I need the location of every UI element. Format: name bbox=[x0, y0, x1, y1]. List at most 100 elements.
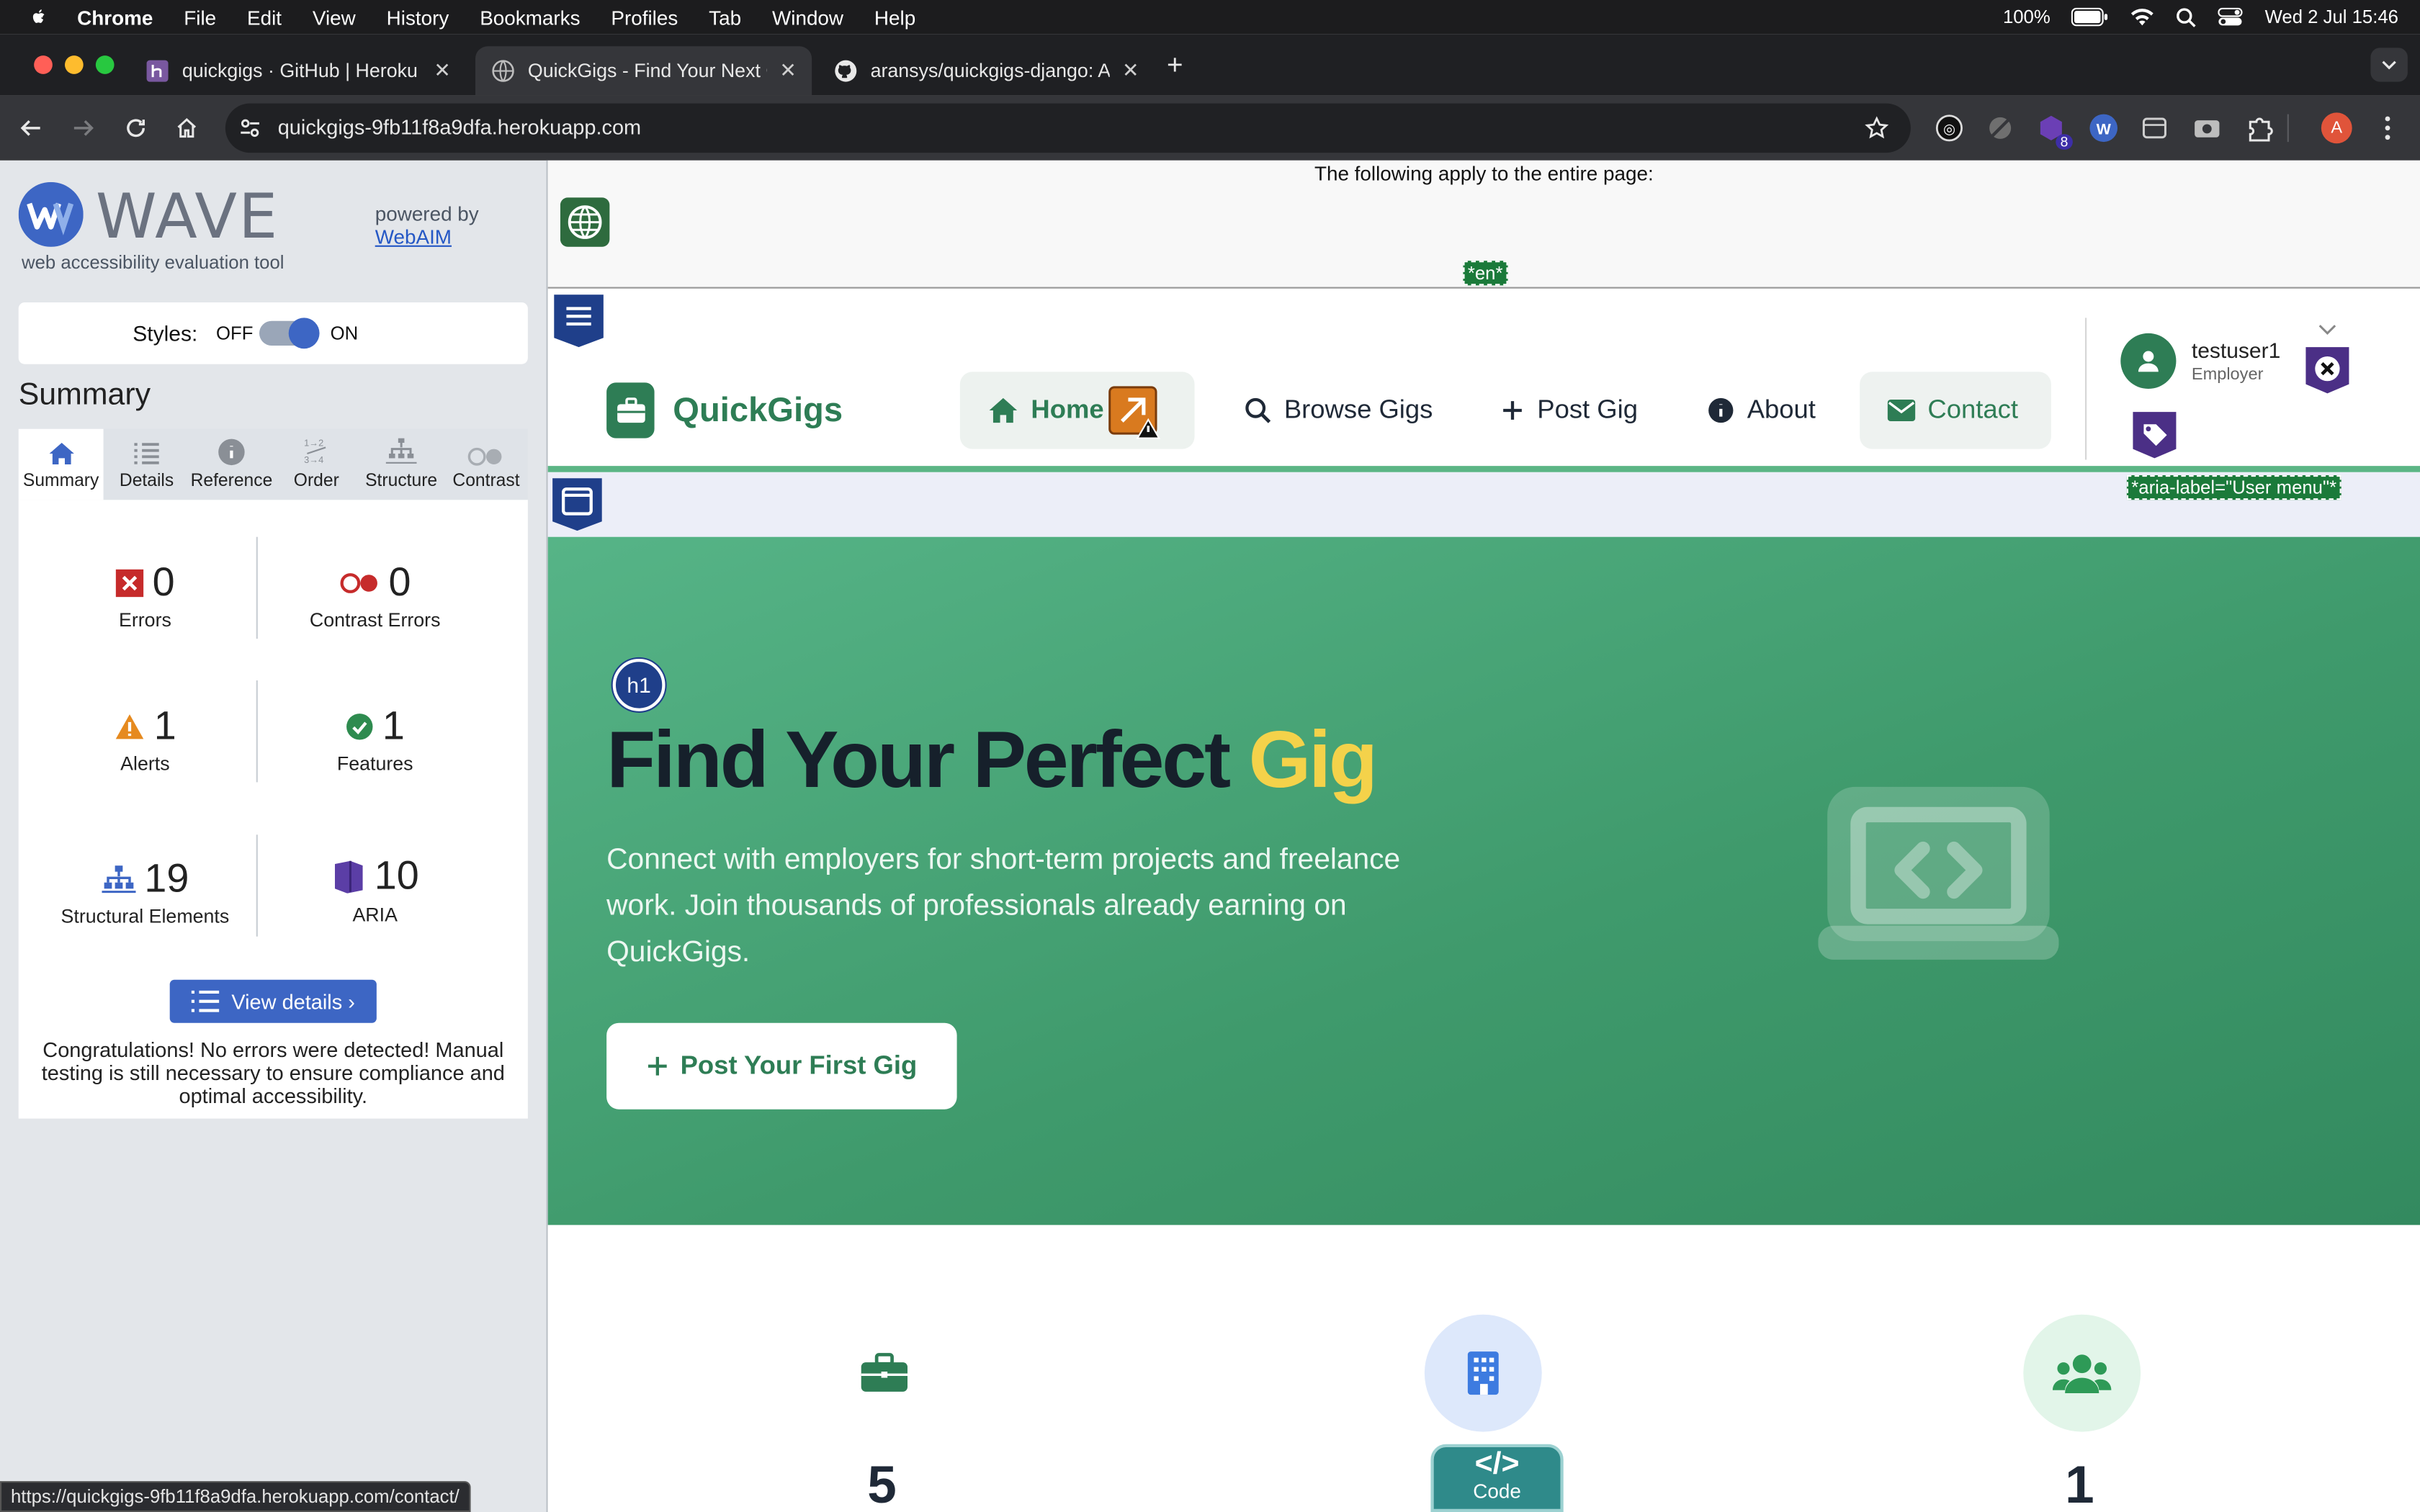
svg-text:W: W bbox=[2097, 120, 2112, 138]
h1-wave-badge[interactable]: h1 bbox=[612, 659, 666, 711]
screen: Chrome File Edit View History Bookmarks … bbox=[0, 0, 2420, 1512]
back-icon[interactable] bbox=[12, 109, 49, 146]
aria-label-tag: *aria-label="User menu"* bbox=[2126, 475, 2341, 500]
user-menu-toggle[interactable]: testuser1 Employer bbox=[2120, 333, 2280, 389]
bookmark-star-icon[interactable] bbox=[1865, 116, 1889, 140]
tab-label: Details bbox=[119, 472, 174, 491]
reload-icon[interactable] bbox=[117, 109, 154, 146]
url-text: quickgigs-9fb11f8a9dfa.herokuapp.com bbox=[277, 115, 642, 139]
wave-powered-by: powered by WebAIM bbox=[375, 202, 479, 248]
header-divider bbox=[2085, 318, 2087, 460]
stat-structural[interactable]: 19 Structural Elements bbox=[30, 855, 261, 927]
briefcase-icon bbox=[861, 1353, 908, 1392]
header-landmark-icon[interactable] bbox=[552, 293, 605, 348]
clock[interactable]: Wed 2 Jul 15:46 bbox=[2265, 6, 2398, 28]
menu-view[interactable]: View bbox=[313, 6, 356, 29]
wave-logo-icon bbox=[18, 181, 84, 247]
close-tab-icon[interactable]: ✕ bbox=[779, 58, 796, 83]
hero-heading: Find Your Perfect Gig bbox=[606, 714, 1378, 807]
wave-tab-order[interactable]: 1→2 3→4 Order bbox=[281, 429, 352, 500]
new-tab-icon[interactable]: + bbox=[1167, 50, 1183, 82]
brand-name: QuickGigs bbox=[673, 390, 843, 429]
styles-toggle[interactable] bbox=[259, 318, 320, 349]
tab-label: Order bbox=[293, 472, 339, 491]
tab-search-icon[interactable] bbox=[2370, 48, 2408, 82]
post-first-gig-button[interactable]: Post Your First Gig bbox=[606, 1022, 957, 1110]
wave-tab-structure[interactable]: Structure bbox=[358, 429, 444, 500]
wave-tab-contrast[interactable]: Contrast bbox=[447, 429, 524, 500]
menu-edit[interactable]: Edit bbox=[247, 6, 282, 29]
forward-icon[interactable] bbox=[65, 109, 102, 146]
battery-icon[interactable] bbox=[2071, 7, 2109, 27]
info-icon bbox=[1708, 397, 1734, 423]
aria-count: 10 bbox=[374, 851, 419, 899]
chevron-down-icon[interactable] bbox=[2318, 324, 2337, 336]
wifi-icon[interactable] bbox=[2130, 8, 2155, 27]
minimize-window-button[interactable] bbox=[65, 55, 84, 74]
stat-users-icon-wrap bbox=[2023, 1314, 2141, 1432]
stat-features[interactable]: 1 Features bbox=[259, 702, 490, 775]
stat-contrast-errors[interactable]: 0 Contrast Errors bbox=[259, 559, 490, 631]
menu-profiles[interactable]: Profiles bbox=[611, 6, 678, 29]
browser-menu-icon[interactable] bbox=[2377, 114, 2398, 143]
wave-title: WAVE bbox=[95, 181, 279, 253]
zoom-window-button[interactable] bbox=[95, 55, 115, 74]
github-favicon-icon bbox=[835, 60, 857, 82]
code-wave-badge[interactable]: </> Code bbox=[1430, 1444, 1564, 1512]
wave-tab-reference[interactable]: Reference bbox=[185, 429, 278, 500]
tab-quickgigs[interactable]: QuickGigs - Find Your Next G ✕ bbox=[475, 46, 812, 96]
styles-on-label: ON bbox=[330, 322, 359, 344]
menu-help[interactable]: Help bbox=[874, 6, 915, 29]
menu-window[interactable]: Window bbox=[772, 6, 843, 29]
address-bar[interactable]: quickgigs-9fb11f8a9dfa.herokuapp.com bbox=[225, 103, 1911, 153]
user-avatar-icon bbox=[2120, 333, 2177, 389]
site-info-icon[interactable] bbox=[238, 116, 262, 140]
extension-wave-badge[interactable]: 8 bbox=[2034, 111, 2073, 150]
nav-post-gig[interactable]: Post Gig bbox=[1472, 372, 1665, 449]
extension-window-icon[interactable] bbox=[2138, 111, 2172, 145]
close-tab-icon[interactable]: ✕ bbox=[434, 58, 450, 83]
errors-count: 0 bbox=[152, 558, 175, 605]
aria-tag-wave-icon[interactable] bbox=[2130, 409, 2179, 462]
spotlight-icon[interactable] bbox=[2177, 7, 2197, 27]
close-tab-icon[interactable]: ✕ bbox=[1122, 58, 1139, 83]
tab-heroku[interactable]: quickgigs · GitHub | Heroku ✕ bbox=[130, 46, 466, 96]
control-center-icon[interactable] bbox=[2218, 7, 2244, 27]
features-label: Features bbox=[336, 752, 413, 775]
nav-about[interactable]: About bbox=[1679, 372, 1843, 449]
wave-tab-summary[interactable]: Summary bbox=[18, 428, 104, 500]
extension-accessibility-icon[interactable]: ◎ bbox=[1932, 111, 1966, 145]
congrats-message: Congratulations! No errors were detected… bbox=[41, 1038, 505, 1108]
view-details-button[interactable]: View details › bbox=[169, 979, 377, 1023]
nav-browse-gigs[interactable]: Browse Gigs bbox=[1216, 372, 1461, 449]
wave-tab-details[interactable]: Details bbox=[108, 429, 185, 500]
extension-blocked-icon[interactable] bbox=[1984, 111, 2017, 145]
stat-errors[interactable]: 0 Errors bbox=[30, 559, 261, 631]
menu-bookmarks[interactable]: Bookmarks bbox=[480, 6, 580, 29]
language-globe-icon[interactable] bbox=[560, 197, 610, 247]
apple-icon[interactable] bbox=[28, 6, 50, 28]
home-icon[interactable] bbox=[169, 109, 205, 146]
tab-github[interactable]: aransys/quickgigs-django: A ✕ bbox=[818, 46, 1155, 96]
hero-heading-accent: Gig bbox=[1248, 716, 1378, 806]
aria-label-wave-icon[interactable] bbox=[2303, 344, 2352, 397]
close-window-button[interactable] bbox=[34, 55, 53, 74]
brand-logo[interactable]: QuickGigs bbox=[606, 382, 843, 438]
stat-alerts[interactable]: 1 Alerts bbox=[30, 702, 261, 775]
wave-extension-icon[interactable]: W bbox=[2087, 111, 2120, 145]
main-landmark-icon[interactable] bbox=[551, 477, 604, 532]
webaim-link[interactable]: WebAIM bbox=[375, 225, 452, 248]
alerts-count: 1 bbox=[153, 701, 176, 749]
menu-tab[interactable]: Tab bbox=[709, 6, 741, 29]
stat-aria[interactable]: 10 ARIA bbox=[259, 852, 490, 925]
extensions-puzzle-icon[interactable] bbox=[2243, 111, 2277, 145]
user-role: Employer bbox=[2191, 365, 2264, 384]
menu-file[interactable]: File bbox=[184, 6, 216, 29]
cta-label: Post Your First Gig bbox=[680, 1050, 918, 1080]
menu-history[interactable]: History bbox=[387, 6, 449, 29]
nav-contact[interactable]: Contact bbox=[1860, 372, 2051, 449]
profile-avatar[interactable]: A bbox=[2321, 112, 2352, 144]
redundant-link-alert-icon[interactable] bbox=[1108, 386, 1164, 441]
extension-camera-icon[interactable] bbox=[2190, 111, 2224, 145]
menu-app-name[interactable]: Chrome bbox=[77, 6, 153, 29]
